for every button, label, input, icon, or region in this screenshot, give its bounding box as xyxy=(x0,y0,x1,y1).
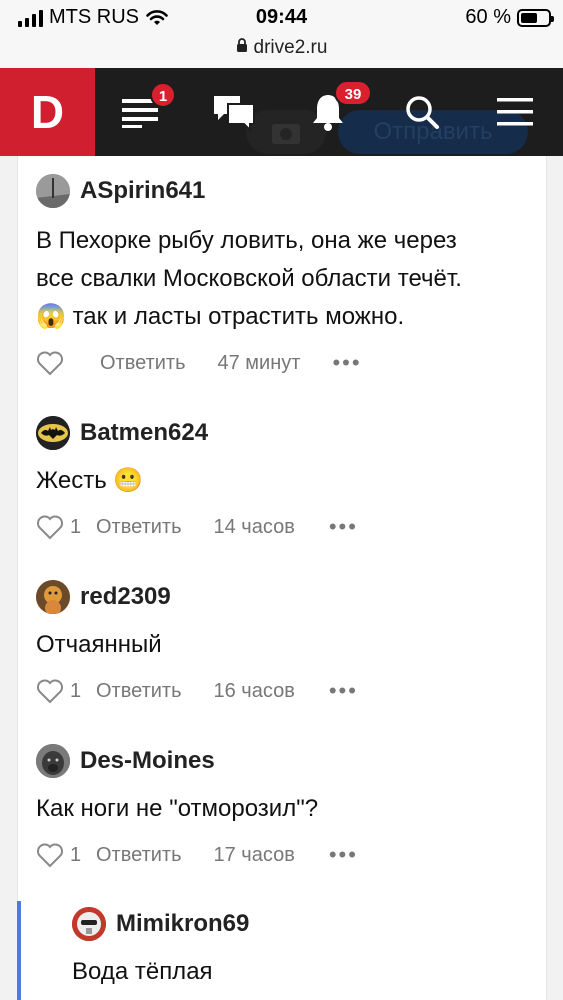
avatar xyxy=(72,907,106,941)
comment-author[interactable]: Des-Moines xyxy=(36,744,215,778)
like-heart-icon[interactable] xyxy=(36,678,64,704)
comment-text: Вода тёплая xyxy=(72,958,213,985)
comment-actions: Ответить 47 минут ••• xyxy=(36,350,362,376)
avatar xyxy=(36,580,70,614)
emoji-grimace: 😬 xyxy=(113,467,144,494)
menu-icon xyxy=(497,98,533,126)
more-options-icon[interactable]: ••• xyxy=(329,514,358,540)
avatar xyxy=(36,174,70,208)
feed-button[interactable]: 1 xyxy=(110,82,176,142)
feed-badge: 1 xyxy=(150,82,176,108)
like-count: 1 xyxy=(70,843,82,866)
more-options-icon[interactable]: ••• xyxy=(329,842,358,868)
comment-text: Жесть 😬 xyxy=(36,467,144,494)
menu-button[interactable] xyxy=(485,82,545,142)
comments-list: ASpirin641 В Пехорке рыбу ловить, она же… xyxy=(17,156,547,1000)
like-count: 1 xyxy=(70,679,82,702)
comment-text: Как ноги не "отморозил"? xyxy=(36,795,319,822)
more-options-icon[interactable]: ••• xyxy=(329,678,358,704)
battery-icon xyxy=(517,8,554,27)
like-heart-icon[interactable] xyxy=(36,842,64,868)
author-name: Batmen624 xyxy=(80,419,209,446)
reply-button[interactable]: Ответить xyxy=(96,516,182,539)
comment-time: 17 часов xyxy=(213,843,295,866)
more-options-icon[interactable]: ••• xyxy=(332,350,361,376)
comment-text: В Пехорке рыбу ловить, она же через все … xyxy=(36,227,462,330)
lock-icon xyxy=(236,36,248,60)
address-bar[interactable]: drive2.ru xyxy=(0,36,563,68)
comment-actions: 1 Ответить 17 часов ••• xyxy=(36,842,358,868)
comment-time: 47 минут xyxy=(217,351,301,374)
battery-percent: 60 % xyxy=(465,6,511,28)
emoji-scream: 😱 xyxy=(36,303,66,330)
status-bar: MTS RUS 09:44 60 % xyxy=(0,0,563,36)
notifications-badge: 39 xyxy=(334,80,372,106)
like-heart-icon[interactable] xyxy=(36,514,64,540)
search-icon xyxy=(406,96,439,129)
author-name: Des-Moines xyxy=(80,747,215,774)
url-text: drive2.ru xyxy=(253,37,328,58)
thread-indicator xyxy=(17,901,21,1000)
drive2-logo[interactable]: D xyxy=(0,68,95,156)
notifications-button[interactable]: 39 xyxy=(298,80,372,142)
comment-text: Отчаянный xyxy=(36,631,162,658)
messages-icon xyxy=(214,96,255,132)
reply-button[interactable]: Ответить xyxy=(96,844,182,867)
author-name: Mimikron69 xyxy=(116,910,250,937)
search-button[interactable] xyxy=(392,82,452,142)
author-name: ASpirin641 xyxy=(80,177,206,204)
comment-time: 16 часов xyxy=(213,679,295,702)
comment-time: 14 часов xyxy=(213,515,295,538)
like-count: 1 xyxy=(70,515,82,538)
top-navbar: Отправить D 1 39 xyxy=(0,68,563,156)
reply-button[interactable]: Ответить xyxy=(96,680,182,703)
comment-author[interactable]: Batmen624 xyxy=(36,416,208,450)
comment-actions: 1 Ответить 14 часов ••• xyxy=(36,514,358,540)
comment-author[interactable]: Mimikron69 xyxy=(72,907,249,941)
comment-actions: 1 Ответить 16 часов ••• xyxy=(36,678,358,704)
reply-thread: Mimikron69 Вода тёплая xyxy=(17,901,546,1000)
battery-status: 60 % xyxy=(465,6,554,29)
avatar xyxy=(36,416,70,450)
author-name: red2309 xyxy=(80,583,171,610)
avatar xyxy=(36,744,70,778)
messages-button[interactable] xyxy=(204,82,264,142)
reply-button[interactable]: Ответить xyxy=(100,352,186,375)
comment-author[interactable]: red2309 xyxy=(36,580,171,614)
comment-author[interactable]: ASpirin641 xyxy=(36,174,205,208)
like-heart-icon[interactable] xyxy=(36,350,64,376)
